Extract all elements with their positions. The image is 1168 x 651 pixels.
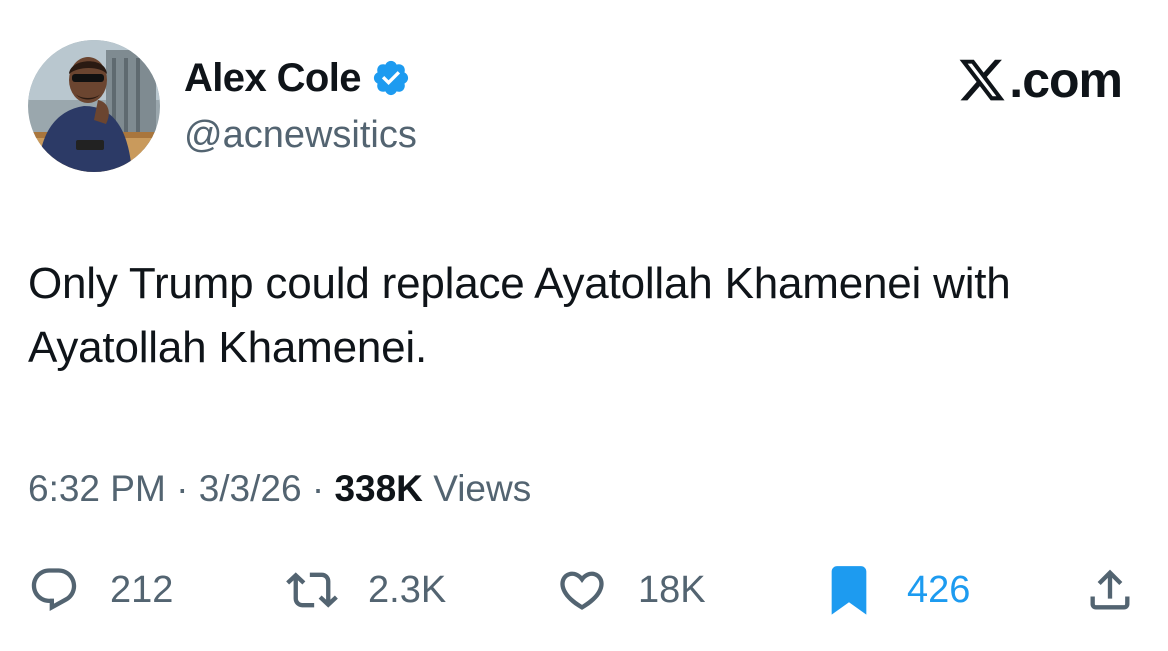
author-display-name[interactable]: Alex Cole	[184, 54, 361, 102]
like-button[interactable]: 18K	[556, 560, 706, 620]
tweet-time[interactable]: 6:32 PM	[28, 468, 166, 509]
tweet-card: Alex Cole @acnewsitics .com Only Trump c…	[0, 0, 1168, 651]
brand-watermark: .com	[957, 52, 1123, 108]
views-label[interactable]: Views	[433, 468, 531, 509]
reply-icon	[31, 568, 77, 612]
meta-separator: ·	[311, 468, 325, 509]
views-count[interactable]: 338K	[334, 468, 422, 509]
tweet-text: Only Trump could replace Ayatollah Khame…	[28, 259, 1011, 372]
brand-domain: .com	[1009, 52, 1123, 108]
bookmark-icon	[831, 566, 867, 615]
repost-button[interactable]: 2.3K	[286, 560, 446, 620]
author-handle[interactable]: @acnewsitics	[184, 112, 417, 158]
author-name-row[interactable]: Alex Cole	[184, 54, 411, 102]
avatar-photo-icon	[28, 40, 160, 172]
avatar[interactable]	[28, 40, 160, 172]
tweet-meta: 6:32 PM · 3/3/26 · 338K Views	[28, 464, 531, 514]
bookmark-button[interactable]: 426	[823, 560, 970, 620]
like-count: 18K	[638, 569, 706, 611]
share-icon	[1090, 569, 1130, 610]
repost-icon	[286, 572, 338, 608]
heart-icon	[560, 571, 604, 610]
meta-separator: ·	[176, 468, 189, 509]
reply-button[interactable]: 212	[28, 560, 173, 620]
tweet-date[interactable]: 3/3/26	[199, 468, 302, 509]
x-logo-icon	[959, 59, 1005, 101]
bookmark-count: 426	[907, 569, 971, 611]
reply-count: 212	[110, 569, 174, 611]
verified-badge-icon	[373, 60, 408, 96]
share-button[interactable]	[1084, 560, 1136, 620]
action-bar: 212 2.3K 18K 426	[28, 560, 1140, 620]
repost-count: 2.3K	[368, 569, 447, 611]
